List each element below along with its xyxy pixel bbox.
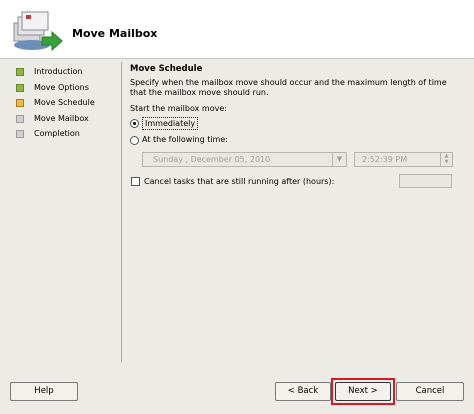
- step-introduction: Introduction: [12, 64, 118, 80]
- time-spinner[interactable]: ▲ ▼: [440, 153, 452, 166]
- step-label: Move Schedule: [34, 98, 95, 107]
- nav-divider: [121, 62, 122, 362]
- date-picker[interactable]: Sunday , December 05, 2010 ▼: [142, 152, 347, 167]
- mailbox-move-icon: [13, 11, 63, 52]
- step-move-mailbox: Move Mailbox: [12, 111, 118, 127]
- step-complete-icon: [16, 83, 24, 92]
- step-move-schedule: Move Schedule: [12, 95, 118, 111]
- step-current-icon: [16, 99, 24, 107]
- step-label: Move Mailbox: [34, 113, 89, 123]
- cancel-tasks-checkbox[interactable]: [131, 177, 140, 186]
- section-title: Move Schedule: [130, 64, 203, 74]
- cancel-tasks-label[interactable]: Cancel tasks that are still running afte…: [144, 177, 334, 186]
- step-pending-icon: [16, 114, 24, 123]
- chevron-down-icon[interactable]: ▼: [332, 153, 346, 166]
- step-pending-icon: [16, 130, 24, 138]
- step-label: Completion: [34, 129, 80, 138]
- step-complete-icon: [16, 68, 24, 76]
- step-completion: Completion: [12, 126, 118, 142]
- time-picker[interactable]: 2:52:39 PM ▲ ▼: [354, 152, 453, 167]
- schedule-panel: Move Schedule Specify when the mailbox m…: [130, 64, 460, 188]
- cancel-button[interactable]: Cancel: [396, 382, 464, 401]
- date-value: Sunday , December 05, 2010: [153, 155, 271, 164]
- immediately-radio[interactable]: [130, 119, 139, 128]
- next-button-highlight: [331, 378, 395, 405]
- wizard-steps-nav: Introduction Move Options Move Schedule …: [12, 64, 118, 142]
- page-title: Move Mailbox: [72, 27, 158, 40]
- step-move-options: Move Options: [12, 80, 118, 96]
- back-button[interactable]: < Back: [275, 382, 331, 401]
- at-time-label[interactable]: At the following time:: [142, 135, 228, 144]
- at-time-radio[interactable]: [130, 136, 139, 145]
- step-label: Introduction: [34, 67, 83, 76]
- help-button[interactable]: Help: [10, 382, 78, 401]
- hours-input[interactable]: [399, 174, 452, 188]
- start-move-label: Start the mailbox move:: [130, 104, 227, 113]
- spin-down-icon[interactable]: ▼: [441, 159, 452, 165]
- immediately-label[interactable]: Immediately: [142, 117, 199, 130]
- wizard-header: Move Mailbox: [0, 0, 474, 59]
- step-label: Move Options: [34, 82, 89, 92]
- section-description: Specify when the mailbox move should occ…: [130, 78, 447, 97]
- time-value: 2:52:39 PM: [362, 155, 408, 164]
